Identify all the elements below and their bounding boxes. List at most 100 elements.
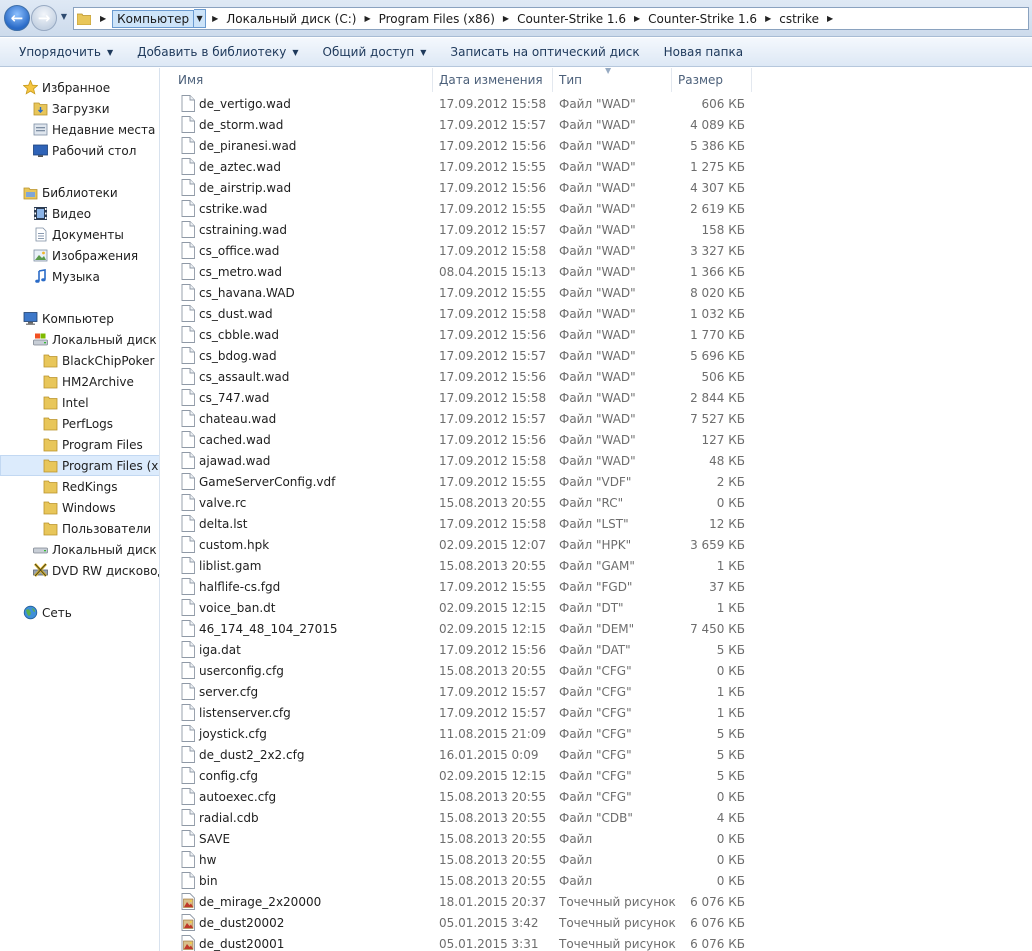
back-button[interactable]: ← <box>4 5 30 31</box>
file-name-cell[interactable]: cs_dust.wad <box>161 305 433 322</box>
sidebar-item-documents[interactable]: Документы <box>0 224 159 245</box>
sidebar-item-disk-c[interactable]: Локальный диск (C <box>0 329 159 350</box>
file-name-cell[interactable]: custom.hpk <box>161 536 433 553</box>
file-row[interactable]: cs_bdog.wad 17.09.2012 15:57 Файл "WAD" 5 6… <box>161 345 761 366</box>
chevron-right-icon[interactable]: ▶ <box>628 14 646 23</box>
sidebar-item-disk-d[interactable]: Локальный диск (D <box>0 539 159 560</box>
file-name-cell[interactable]: radial.cdb <box>161 809 433 826</box>
column-header-type[interactable]: ▼ Тип <box>553 68 672 92</box>
file-name-cell[interactable]: listenserver.cfg <box>161 704 433 721</box>
file-row[interactable]: radial.cdb 15.08.2013 20:55 Файл "CDB" 4 КБ <box>161 807 761 828</box>
sidebar-item-images[interactable]: Изображения <box>0 245 159 266</box>
sidebar-item-folder[interactable]: RedKings <box>0 476 159 497</box>
file-row[interactable]: de_aztec.wad 17.09.2012 15:55 Файл "WAD" 1 … <box>161 156 761 177</box>
breadcrumb-computer[interactable]: Компьютер <box>112 9 195 28</box>
file-row[interactable]: custom.hpk 02.09.2015 12:07 Файл "HPK" 3 65… <box>161 534 761 555</box>
file-name-cell[interactable]: cs_cbble.wad <box>161 326 433 343</box>
file-name-cell[interactable]: de_aztec.wad <box>161 158 433 175</box>
file-row[interactable]: cs_747.wad 17.09.2012 15:58 Файл "WAD" 2 84… <box>161 387 761 408</box>
file-name-cell[interactable]: de_piranesi.wad <box>161 137 433 154</box>
file-row[interactable]: de_mirage_2x20000 18.01.2015 20:37 Точечны… <box>161 891 761 912</box>
file-row[interactable]: cs_cbble.wad 17.09.2012 15:56 Файл "WAD" 1 … <box>161 324 761 345</box>
sidebar-item-folder[interactable]: Intel <box>0 392 159 413</box>
file-row[interactable]: de_dust20001 05.01.2015 3:31 Точечный рису… <box>161 933 761 951</box>
file-name-cell[interactable]: delta.lst <box>161 515 433 532</box>
sidebar-item-recent[interactable]: Недавние места <box>0 119 159 140</box>
file-row[interactable]: chateau.wad 17.09.2012 15:57 Файл "WAD" 7 5… <box>161 408 761 429</box>
file-row[interactable]: cstraining.wad 17.09.2012 15:57 Файл "WAD"… <box>161 219 761 240</box>
file-row[interactable]: de_vertigo.wad 17.09.2012 15:58 Файл "WAD"… <box>161 93 761 114</box>
file-row[interactable]: server.cfg 17.09.2012 15:57 Файл "CFG" 1 КБ <box>161 681 761 702</box>
file-name-cell[interactable]: GameServerConfig.vdf <box>161 473 433 490</box>
file-row[interactable]: cs_dust.wad 17.09.2012 15:58 Файл "WAD" 1 0… <box>161 303 761 324</box>
file-row[interactable]: de_piranesi.wad 17.09.2012 15:56 Файл "WAD… <box>161 135 761 156</box>
file-name-cell[interactable]: SAVE <box>161 830 433 847</box>
sidebar-item-folder[interactable]: Пользователи <box>0 518 159 539</box>
sidebar-item-folder-selected[interactable]: Program Files (x86 <box>0 455 159 476</box>
chevron-right-icon[interactable]: ▶ <box>94 14 112 23</box>
file-row[interactable]: cstrike.wad 17.09.2012 15:55 Файл "WAD" 2 6… <box>161 198 761 219</box>
address-box[interactable]: ▶ Компьютер ▼ ▶ Локальный диск (C:) ▶ Pr… <box>73 7 1029 30</box>
breadcrumb-counter-strike[interactable]: Counter-Strike 1.6 <box>515 12 628 26</box>
file-name-cell[interactable]: halflife-cs.fgd <box>161 578 433 595</box>
file-name-cell[interactable]: cstraining.wad <box>161 221 433 238</box>
file-name-cell[interactable]: joystick.cfg <box>161 725 433 742</box>
file-name-cell[interactable]: cs_747.wad <box>161 389 433 406</box>
file-name-cell[interactable]: cs_metro.wad <box>161 263 433 280</box>
sidebar-item-desktop[interactable]: Рабочий стол <box>0 140 159 161</box>
file-name-cell[interactable]: de_vertigo.wad <box>161 95 433 112</box>
sidebar-item-folder[interactable]: Windows <box>0 497 159 518</box>
sidebar-item-network[interactable]: Сеть <box>0 602 159 623</box>
file-name-cell[interactable]: iga.dat <box>161 641 433 658</box>
breadcrumb-counter-strike-inner[interactable]: Counter-Strike 1.6 <box>646 12 759 26</box>
file-row[interactable]: GameServerConfig.vdf 17.09.2012 15:55 Файл… <box>161 471 761 492</box>
file-name-cell[interactable]: cstrike.wad <box>161 200 433 217</box>
sidebar-item-folder[interactable]: BlackChipPoker <box>0 350 159 371</box>
column-header-size[interactable]: Размер <box>672 68 752 92</box>
file-row[interactable]: delta.lst 17.09.2012 15:58 Файл "LST" 12 КБ <box>161 513 761 534</box>
file-name-cell[interactable]: de_dust20001 <box>161 935 433 951</box>
column-header-date[interactable]: Дата изменения <box>433 68 553 92</box>
file-name-cell[interactable]: de_mirage_2x20000 <box>161 893 433 910</box>
file-name-cell[interactable]: cs_havana.WAD <box>161 284 433 301</box>
file-name-cell[interactable]: autoexec.cfg <box>161 788 433 805</box>
file-row[interactable]: cs_havana.WAD 17.09.2012 15:55 Файл "WAD" 8… <box>161 282 761 303</box>
chevron-right-icon[interactable]: ▶ <box>206 14 224 23</box>
sidebar-item-music[interactable]: Музыка <box>0 266 159 287</box>
file-row[interactable]: 46_174_48_104_27015 02.09.2015 12:15 Файл … <box>161 618 761 639</box>
file-row[interactable]: bin 15.08.2013 20:55 Файл 0 КБ <box>161 870 761 891</box>
file-row[interactable]: de_dust20002 05.01.2015 3:42 Точечный рису… <box>161 912 761 933</box>
file-row[interactable]: cs_metro.wad 08.04.2015 15:13 Файл "WAD" 1 … <box>161 261 761 282</box>
file-row[interactable]: userconfig.cfg 15.08.2013 20:55 Файл "CFG"… <box>161 660 761 681</box>
sidebar-item-computer[interactable]: Компьютер <box>0 308 159 329</box>
file-name-cell[interactable]: de_storm.wad <box>161 116 433 133</box>
sidebar-item-video[interactable]: Видео <box>0 203 159 224</box>
breadcrumb-cstrike[interactable]: cstrike <box>777 12 821 26</box>
file-row[interactable]: hw 15.08.2013 20:55 Файл 0 КБ <box>161 849 761 870</box>
recent-pages-dropdown[interactable]: ▼ <box>58 12 70 24</box>
file-name-cell[interactable]: 46_174_48_104_27015 <box>161 620 433 637</box>
file-row[interactable]: de_airstrip.wad 17.09.2012 15:56 Файл "WAD… <box>161 177 761 198</box>
breadcrumb-program-files-x86[interactable]: Program Files (x86) <box>377 12 497 26</box>
organize-button[interactable]: Упорядочить ▼ <box>10 45 122 59</box>
file-name-cell[interactable]: userconfig.cfg <box>161 662 433 679</box>
file-name-cell[interactable]: cs_assault.wad <box>161 368 433 385</box>
file-row[interactable]: cs_office.wad 17.09.2012 15:58 Файл "WAD" 3… <box>161 240 761 261</box>
file-name-cell[interactable]: cached.wad <box>161 431 433 448</box>
file-name-cell[interactable]: de_airstrip.wad <box>161 179 433 196</box>
file-row[interactable]: iga.dat 17.09.2012 15:56 Файл "DAT" 5 КБ <box>161 639 761 660</box>
file-row[interactable]: autoexec.cfg 15.08.2013 20:55 Файл "CFG" 0 … <box>161 786 761 807</box>
add-to-library-button[interactable]: Добавить в библиотеку ▼ <box>128 45 307 59</box>
file-name-cell[interactable]: de_dust20002 <box>161 914 433 931</box>
file-row[interactable]: listenserver.cfg 17.09.2012 15:57 Файл "CF… <box>161 702 761 723</box>
sidebar-item-folder[interactable]: Program Files <box>0 434 159 455</box>
chevron-right-icon[interactable]: ▶ <box>497 14 515 23</box>
sidebar-item-favorites[interactable]: Избранное <box>0 77 159 98</box>
burn-button[interactable]: Записать на оптический диск <box>441 45 648 59</box>
chevron-right-icon[interactable]: ▶ <box>821 14 839 23</box>
file-name-cell[interactable]: hw <box>161 851 433 868</box>
chevron-right-icon[interactable]: ▶ <box>358 14 376 23</box>
file-name-cell[interactable]: de_dust2_2x2.cfg <box>161 746 433 763</box>
share-button[interactable]: Общий доступ ▼ <box>314 45 436 59</box>
file-name-cell[interactable]: config.cfg <box>161 767 433 784</box>
